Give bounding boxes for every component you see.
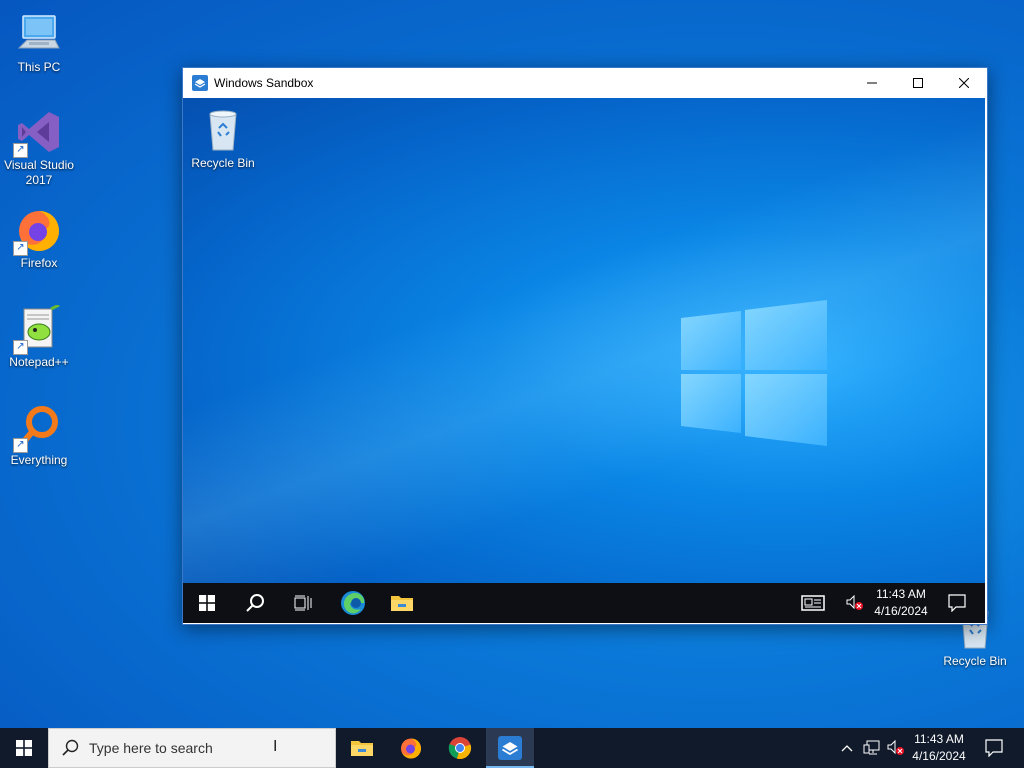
desktop-icon-label: Recycle Bin: [191, 156, 255, 170]
sandbox-file-explorer-button[interactable]: [378, 583, 426, 623]
sandbox-volume-button[interactable]: [839, 583, 871, 623]
shortcut-arrow-icon: ↗: [13, 340, 28, 355]
sandbox-taskbar: 11:43 AM 4/16/2024: [183, 583, 985, 623]
maximize-button[interactable]: [895, 68, 941, 98]
desktop-icon-label: Firefox: [20, 256, 58, 270]
maximize-icon: [913, 78, 923, 88]
desktop-icon-everything[interactable]: ↗ Everything: [0, 403, 79, 468]
notifications-icon: [985, 739, 1003, 757]
minimize-icon: [867, 82, 877, 84]
window-title: Windows Sandbox: [214, 76, 314, 90]
taskbar-chrome[interactable]: [436, 728, 484, 768]
sandbox-clock[interactable]: 11:43 AM 4/16/2024: [869, 583, 933, 623]
search-icon: [62, 739, 79, 756]
close-button[interactable]: [941, 68, 987, 98]
sandbox-action-center-button[interactable]: [935, 583, 979, 623]
windows-sandbox-window[interactable]: Windows Sandbox Recycle Bin 11:43 AM 4/1…: [182, 67, 988, 625]
chevron-up-icon: [841, 745, 853, 752]
volume-button[interactable]: [884, 728, 908, 768]
sandbox-desktop[interactable]: Recycle Bin: [183, 98, 985, 583]
clock-date: 4/16/2024: [912, 749, 966, 763]
desktop-icon-visual-studio[interactable]: ↗ Visual Studio 2017: [0, 108, 79, 188]
taskbar: Type here to search I 11:43 AM 4/16/2024: [0, 728, 1024, 768]
everything-search-icon: ↗: [13, 403, 63, 453]
minimize-button[interactable]: [849, 68, 895, 98]
notepad-plus-plus-icon: ↗: [13, 303, 63, 355]
visual-studio-icon: ↗: [13, 108, 63, 158]
shortcut-arrow-icon: ↗: [13, 241, 28, 256]
desktop-icon-label: Notepad++: [9, 355, 69, 369]
search-placeholder: Type here to search: [89, 740, 213, 756]
action-center-button[interactable]: [974, 728, 1014, 768]
network-icon: [863, 740, 880, 755]
volume-muted-icon: [887, 740, 904, 755]
show-hidden-icons-button[interactable]: [836, 728, 858, 768]
taskbar-search-box[interactable]: Type here to search I: [48, 728, 336, 768]
desktop-icon-label: This PC: [17, 60, 61, 74]
file-explorer-icon: [391, 596, 413, 611]
clock-time: 11:43 AM: [914, 732, 964, 746]
file-explorer-icon: [351, 741, 373, 756]
sandbox-start-button[interactable]: [183, 583, 231, 623]
start-icon: [199, 595, 215, 611]
computer-icon: [15, 10, 63, 58]
start-icon: [16, 740, 32, 756]
windows-sandbox-icon: [498, 736, 522, 760]
taskbar-clock[interactable]: 11:43 AM 4/16/2024: [906, 728, 972, 768]
shortcut-arrow-icon: ↗: [13, 143, 28, 158]
desktop-icon-notepad-plus-plus[interactable]: ↗ Notepad++: [0, 303, 79, 370]
recycle-bin-icon: [199, 106, 247, 154]
sandbox-clock-date: 4/16/2024: [874, 604, 928, 618]
taskbar-firefox[interactable]: [387, 728, 435, 768]
desktop-icon-this-pc[interactable]: This PC: [0, 10, 79, 75]
start-button[interactable]: [0, 728, 48, 768]
edge-icon: [341, 591, 365, 615]
windows-sandbox-icon: [192, 75, 208, 91]
window-titlebar[interactable]: Windows Sandbox: [183, 68, 987, 98]
firefox-icon: [401, 738, 421, 759]
desktop-icon-label: Visual Studio 2017: [4, 158, 74, 187]
shortcut-arrow-icon: ↗: [13, 438, 28, 453]
sandbox-news-button[interactable]: [791, 583, 835, 623]
news-icon: [801, 595, 825, 611]
sandbox-edge-button[interactable]: [329, 583, 377, 623]
taskbar-file-explorer[interactable]: [338, 728, 386, 768]
taskbar-windows-sandbox[interactable]: [486, 728, 534, 768]
sandbox-search-button[interactable]: [231, 583, 279, 623]
notifications-icon: [948, 594, 966, 612]
search-icon: [246, 594, 264, 612]
firefox-icon: ↗: [13, 206, 63, 256]
close-icon: [959, 78, 969, 88]
chrome-icon: [448, 737, 472, 760]
task-view-icon: [294, 595, 312, 611]
windows-logo-wallpaper: [681, 300, 827, 446]
network-button[interactable]: [860, 728, 884, 768]
text-cursor-icon: I: [273, 738, 278, 755]
sandbox-task-view-button[interactable]: [279, 583, 327, 623]
desktop-icon-label: Everything: [10, 453, 68, 467]
sandbox-clock-time: 11:43 AM: [876, 587, 926, 601]
volume-muted-icon: [846, 595, 863, 610]
desktop-icon-label: Recycle Bin: [943, 654, 1007, 668]
desktop-icon-firefox[interactable]: ↗ Firefox: [0, 206, 79, 271]
sandbox-desktop-icon-recycle-bin[interactable]: Recycle Bin: [183, 106, 263, 171]
